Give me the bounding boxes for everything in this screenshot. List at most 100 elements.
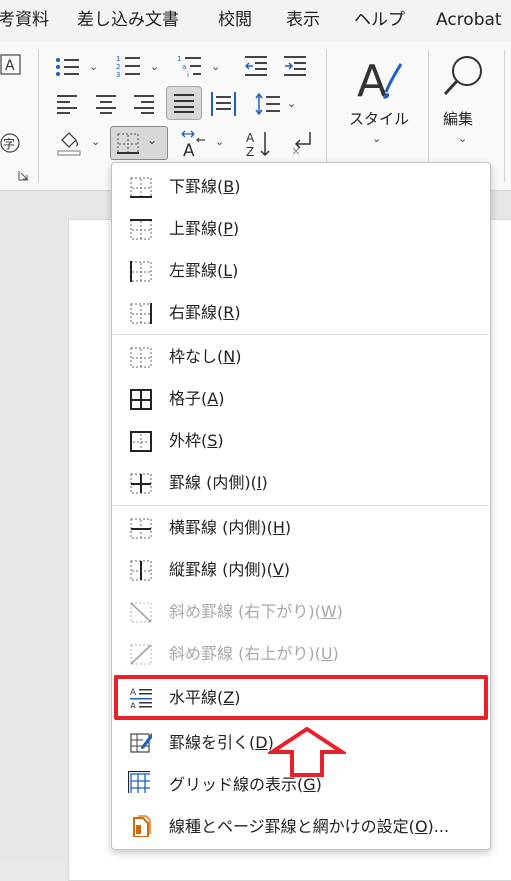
menu-item-tail: ) [234, 303, 241, 322]
group-separator [504, 50, 505, 182]
inside-vertical-border-icon [130, 560, 152, 581]
border-bottom-icon [130, 177, 152, 198]
character-border-icon[interactable]: A [0, 54, 22, 76]
align-center-icon[interactable] [96, 94, 118, 114]
tab-view[interactable]: 表示 [286, 0, 320, 42]
numbering-icon[interactable]: 1 2 3 [116, 54, 142, 78]
menu-item-borders-and-shading[interactable]: 線種とページ罫線と網かけの設定(O)... [112, 807, 490, 847]
menu-item-text: 斜め罫線 (右下がり)( [169, 602, 321, 621]
menu-item-inside-horizontal-border[interactable]: 横罫線 (内側)(H) [112, 508, 490, 548]
menu-item-label: 斜め罫線 (右上がり)(U) [169, 634, 339, 674]
menu-item-accelerator: U [320, 644, 333, 663]
svg-text:1: 1 [116, 55, 120, 63]
menu-separator [113, 505, 489, 506]
ribbon-tab-bar: 考資料 差し込み文書 校閲 表示 ヘルプ Acrobat [0, 0, 511, 42]
menu-item-text: 縦罫線 (内側)( [169, 560, 273, 579]
align-right-icon[interactable] [134, 94, 156, 114]
menu-item-label: 枠なし(N) [169, 337, 241, 377]
editing-button[interactable]: 編集 ⌄ [432, 48, 500, 158]
editing-label: 編集 [443, 110, 474, 128]
menu-item-text: 線種とページ罫線と網かけの設定( [169, 817, 415, 836]
menu-item-top-border[interactable]: 上罫線(P) [112, 209, 490, 249]
tab-review[interactable]: 校閲 [218, 0, 252, 42]
tab-acrobat[interactable]: Acrobat [436, 0, 502, 42]
svg-text:Z: Z [246, 145, 254, 158]
menu-item-outside-borders[interactable]: 外枠(S) [112, 421, 490, 461]
distributed-icon[interactable] [211, 92, 237, 116]
menu-item-text: 上罫線( [169, 219, 224, 238]
borders-button[interactable]: ⌄ [110, 126, 168, 160]
asian-layout-dropdown-chevron-icon[interactable]: ⌄ [215, 135, 224, 148]
menu-item-label: 外枠(S) [169, 421, 224, 461]
menu-item-bottom-border[interactable]: 下罫線(B) [112, 167, 490, 207]
align-left-icon[interactable] [57, 94, 79, 114]
menu-item-text: 右罫線( [169, 303, 224, 322]
justify-button[interactable] [166, 86, 202, 120]
menu-item-accelerator: N [223, 347, 236, 366]
shading-icon[interactable] [56, 130, 82, 156]
menu-item-tail: ) [218, 389, 225, 408]
menu-item-text: 枠なし( [169, 347, 224, 366]
menu-item-inside-vertical-border[interactable]: 縦罫線 (内側)(V) [112, 550, 490, 590]
multilevel-dropdown-chevron-icon[interactable]: ⌄ [211, 60, 220, 73]
outside-borders-icon [130, 431, 152, 452]
svg-text:A: A [357, 56, 387, 104]
menu-item-label: 左罫線(L) [169, 251, 238, 291]
bullets-dropdown-chevron-icon[interactable]: ⌄ [89, 60, 98, 73]
menu-item-text: 左罫線( [169, 261, 224, 280]
menu-item-all-borders[interactable]: 格子(A) [112, 379, 490, 419]
view-gridlines-icon [128, 771, 150, 793]
menu-item-tail: ) [332, 644, 339, 663]
menu-item-tail: ) [232, 219, 240, 238]
enclosed-character-icon[interactable]: 字 [0, 132, 22, 154]
menu-item-tail: ) [261, 473, 268, 492]
line-spacing-icon[interactable] [255, 92, 281, 116]
styles-label: スタイル [349, 110, 410, 128]
group-separator [38, 50, 39, 182]
border-bottom-icon [117, 133, 139, 154]
menu-item-tail: ) [234, 177, 241, 196]
styles-icon: A [357, 56, 402, 104]
svg-text:A: A [183, 141, 195, 158]
menu-item-label: 横罫線 (内側)(H) [169, 508, 291, 548]
diagonal-down-border-icon [130, 602, 152, 623]
svg-text:字: 字 [3, 136, 15, 151]
menu-item-inside-borders[interactable]: 罫線 (内側)(I) [112, 463, 490, 503]
svg-text:1: 1 [177, 55, 181, 63]
bullets-icon[interactable] [55, 56, 81, 78]
multilevel-list-icon[interactable]: 1 a i [177, 54, 203, 78]
menu-item-left-border[interactable]: 左罫線(L) [112, 251, 490, 291]
menu-item-accelerator: O [414, 817, 428, 836]
tab-references[interactable]: 考資料 [0, 0, 49, 42]
borders-dropdown-chevron-icon: ⌄ [147, 133, 158, 147]
menu-item-accelerator: R [223, 303, 235, 322]
line-spacing-dropdown-chevron-icon[interactable]: ⌄ [287, 97, 296, 110]
menu-item-no-border[interactable]: 枠なし(N) [112, 337, 490, 377]
menu-item-accelerator: S [207, 431, 218, 450]
tab-help[interactable]: ヘルプ [354, 0, 405, 42]
font-dialog-launcher-icon[interactable] [18, 170, 30, 182]
menu-item-label: 線種とページ罫線と網かけの設定(O)... [169, 807, 449, 847]
sort-icon[interactable]: A Z [246, 130, 274, 158]
menu-item-label: 上罫線(P) [169, 209, 239, 249]
menu-item-tail: ) [217, 431, 224, 450]
increase-indent-icon[interactable] [284, 55, 308, 77]
borders-and-shading-icon [133, 815, 151, 837]
menu-item-label: 格子(A) [169, 379, 224, 419]
styles-dropdown-chevron-icon: ⌄ [372, 132, 382, 145]
highlight-box [114, 675, 488, 720]
shading-dropdown-chevron-icon[interactable]: ⌄ [91, 135, 100, 148]
menu-item-tail: )... [427, 817, 450, 836]
tab-mailings[interactable]: 差し込み文書 [77, 0, 179, 42]
menu-item-text: 罫線を引く( [169, 733, 256, 752]
show-paragraph-marks-icon[interactable] [290, 130, 316, 158]
menu-item-label: 下罫線(B) [169, 167, 240, 207]
asian-layout-icon[interactable]: A [180, 130, 212, 158]
numbering-dropdown-chevron-icon[interactable]: ⌄ [150, 60, 159, 73]
styles-button[interactable]: A スタイル ⌄ [336, 48, 420, 158]
decrease-indent-icon[interactable] [245, 55, 269, 77]
menu-item-accelerator: H [272, 518, 285, 537]
svg-text:3: 3 [116, 71, 120, 78]
justify-icon [174, 94, 194, 113]
menu-item-right-border[interactable]: 右罫線(R) [112, 293, 490, 333]
